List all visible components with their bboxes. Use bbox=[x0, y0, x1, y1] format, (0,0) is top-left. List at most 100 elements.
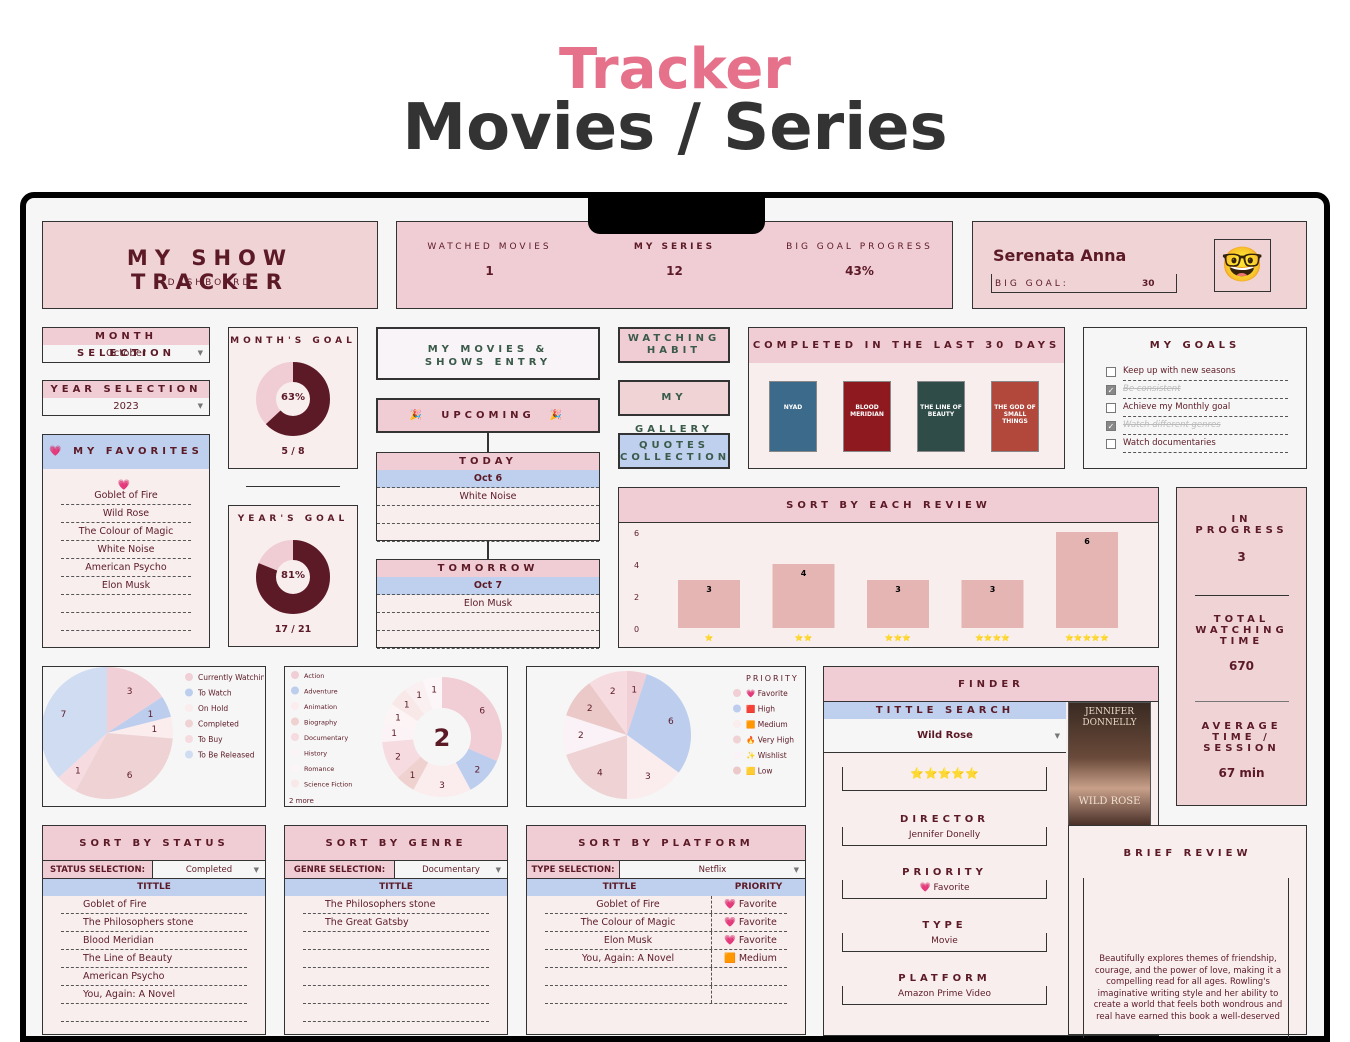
goal-checkbox[interactable] bbox=[1106, 367, 1116, 377]
slice-label: 1 bbox=[395, 714, 401, 724]
completed-cover[interactable]: THE LINE OF BEAUTY bbox=[917, 381, 965, 452]
profile-card: Serenata Anna BIG GOAL: 30 🤓 bbox=[972, 221, 1307, 309]
legend-swatch bbox=[185, 673, 193, 681]
divider bbox=[246, 486, 340, 487]
bar-value-label: 3 bbox=[706, 585, 712, 594]
legend-swatch bbox=[185, 735, 193, 743]
chevron-down-icon: ▼ bbox=[197, 349, 203, 357]
month-goal-card: MONTH'S GOAL 63% 5 / 8 bbox=[228, 327, 358, 469]
platform-priority: 💗 Favorite bbox=[724, 917, 777, 928]
genre-donut-card: 6 2 3 1 2 1 1 1 1 1 2 Action Adventure Animation Biogr… bbox=[284, 666, 508, 807]
stat-my-series: MY SERIES 12 bbox=[633, 242, 716, 278]
slice-label: 1 bbox=[391, 729, 397, 739]
completed-cover[interactable]: NYAD bbox=[769, 381, 817, 452]
today-item bbox=[377, 506, 599, 524]
year-goal-count: 17 / 21 bbox=[274, 624, 312, 635]
avatar[interactable]: 🤓 bbox=[1214, 239, 1271, 292]
year-dropdown[interactable]: 2023 ▼ bbox=[43, 398, 209, 415]
slice-label: 2 bbox=[610, 687, 616, 697]
y-tick-label: 0 bbox=[634, 625, 639, 634]
legend-swatch bbox=[291, 764, 299, 772]
goal-item: Achieve my Monthly goal bbox=[1106, 399, 1288, 417]
tomorrow-date: Oct 7 bbox=[377, 577, 599, 595]
finder-cover-image: JENNIFER DONNELLY WILD ROSE bbox=[1068, 702, 1151, 826]
slice-label: 1 bbox=[410, 771, 416, 781]
legend-swatch bbox=[291, 671, 299, 679]
status-pie-card: 3 1 1 6 1 7 Currently Watching To Watch On Hold C… bbox=[40, 666, 270, 807]
priority-pie-card: 1 6 3 4 2 2 2 💗 Favorite 🟥 High 🟧 Medium 🔥 Very Hi… bbox=[526, 666, 806, 807]
brief-review-card: BRIEF REVIEW Beautifully explores themes… bbox=[1068, 825, 1307, 1038]
goal-checkbox[interactable] bbox=[1106, 403, 1116, 413]
x-tick-label: ⭐⭐ bbox=[795, 633, 813, 642]
stat-big-goal-progress: BIG GOAL PROGRESS 43% bbox=[786, 242, 933, 278]
platform-selection-dropdown[interactable]: Netflix ▼ bbox=[620, 861, 805, 878]
tomorrow-item: Elon Musk bbox=[377, 595, 599, 613]
genre-list-item bbox=[303, 986, 489, 1004]
app-subtitle: -DASHBOARD- bbox=[161, 278, 259, 288]
big-goal-field: BIG GOAL: 30 bbox=[991, 274, 1177, 293]
watching-habit-button[interactable]: WATCHING HABIT bbox=[618, 327, 730, 363]
finder-field-value: Amazon Prime Video bbox=[842, 986, 1047, 1005]
legend-swatch bbox=[291, 779, 299, 788]
review-bar-chart: 0 2 4 6 3 ⭐ 4 ⭐⭐ 3 ⭐⭐⭐ 3 ⭐⭐⭐⭐ 6 ⭐⭐⭐⭐⭐ bbox=[634, 529, 1118, 642]
platform-priority: 💗 Favorite bbox=[724, 899, 777, 910]
legend-swatch bbox=[291, 733, 299, 741]
legend-swatch bbox=[291, 748, 299, 757]
sort-platform-card: SORT BY PLATFORM TYPE SELECTION: Netflix ▼… bbox=[526, 825, 806, 1035]
brief-review-text: Beautifully explores themes of friendshi… bbox=[1093, 954, 1283, 1022]
side-stats-card: IN PROGRESS 3 TOTAL WATCHING TIME 670 AVER… bbox=[1176, 487, 1307, 806]
legend-swatch bbox=[291, 717, 299, 726]
divider bbox=[1195, 701, 1289, 702]
finder-field-value: Movie bbox=[842, 933, 1047, 952]
tomorrow-item bbox=[377, 631, 599, 649]
legend-swatch bbox=[733, 720, 741, 728]
finder-field-label: DIRECTOR bbox=[900, 814, 989, 825]
goal-checkbox[interactable] bbox=[1106, 439, 1116, 449]
heart-icon: 💗 bbox=[49, 446, 66, 457]
genre-selection-dropdown[interactable]: Documentary ▼ bbox=[395, 861, 507, 878]
status-list-item: You, Again: A Novel bbox=[61, 986, 247, 1004]
slice-label: 6 bbox=[479, 707, 485, 717]
review-chart-title: SORT BY EACH REVIEW bbox=[619, 488, 1158, 523]
platform-list-row: You, Again: A Novel 🟧 Medium bbox=[545, 950, 787, 968]
y-tick-label: 4 bbox=[634, 561, 639, 570]
month-goal-percent: 63% bbox=[281, 392, 305, 403]
review-chart-card: SORT BY EACH REVIEW 0 2 4 6 3 ⭐ 4 ⭐⭐ 3 ⭐⭐⭐ 3 ⭐⭐⭐⭐ 6 ⭐… bbox=[618, 487, 1159, 648]
title-search-dropdown[interactable]: Wild Rose ▼ bbox=[824, 719, 1066, 753]
favorite-item bbox=[61, 613, 191, 631]
genre-donut-chart: 62312111112ActionAdventureAnimationBiogr… bbox=[289, 671, 502, 805]
legend-label: ✨ Wishlist bbox=[746, 751, 787, 760]
slice-label: 2 bbox=[395, 752, 401, 762]
slice-label: 2 bbox=[474, 766, 480, 776]
legend-label: Animation bbox=[304, 703, 337, 711]
month-dropdown[interactable]: October ▼ bbox=[43, 345, 209, 362]
legend-label: Completed bbox=[198, 720, 239, 729]
goal-checkbox[interactable]: ✓ bbox=[1106, 421, 1116, 431]
hero-title: Movies / Series bbox=[402, 91, 948, 165]
priority-pie-chart: 1 6 3 4 2 2 2 💗 Favorite 🟥 High 🟧 Medium 🔥 Very Hi… bbox=[563, 671, 797, 799]
legend-label: Currently Watching bbox=[198, 673, 264, 682]
chevron-down-icon: ▼ bbox=[1054, 732, 1060, 740]
movies-shows-entry-button[interactable]: MY MOVIES & SHOWS ENTRY bbox=[376, 327, 600, 380]
platform-title bbox=[545, 968, 712, 985]
bar-value-label: 3 bbox=[895, 585, 901, 594]
finder-field-label: TYPE bbox=[922, 920, 967, 931]
finder-field-label: PRIORITY bbox=[902, 867, 987, 878]
tomorrow-card: TOMORROW Oct 7 Elon Musk bbox=[376, 559, 600, 649]
year-selection: YEAR SELECTION 2023 ▼ bbox=[42, 380, 210, 416]
quotes-collection-button[interactable]: QUOTES COLLECTION bbox=[618, 433, 730, 469]
my-gallery-button[interactable]: MY GALLERY bbox=[618, 380, 730, 435]
completed-cover[interactable]: THE GOD OF SMALL THINGS bbox=[991, 381, 1039, 452]
sort-genre-card: SORT BY GENRE GENRE SELECTION: Documentar… bbox=[284, 825, 508, 1035]
legend-swatch bbox=[733, 766, 741, 775]
status-list-item: Blood Meridian bbox=[61, 932, 247, 950]
status-selection-dropdown[interactable]: Completed ▼ bbox=[153, 861, 265, 878]
donut-center-label: 2 bbox=[434, 724, 451, 752]
today-card: TODAY Oct 6 White Noise bbox=[376, 452, 600, 542]
completed-cover[interactable]: BLOOD MERIDIAN bbox=[843, 381, 891, 452]
device-notch bbox=[588, 192, 765, 234]
goal-checkbox[interactable]: ✓ bbox=[1106, 385, 1116, 395]
legend-label: Biography bbox=[304, 719, 337, 727]
legend-label: Adventure bbox=[304, 688, 338, 696]
upcoming-button[interactable]: 🎉 UPCOMING 🎉 bbox=[376, 398, 600, 433]
